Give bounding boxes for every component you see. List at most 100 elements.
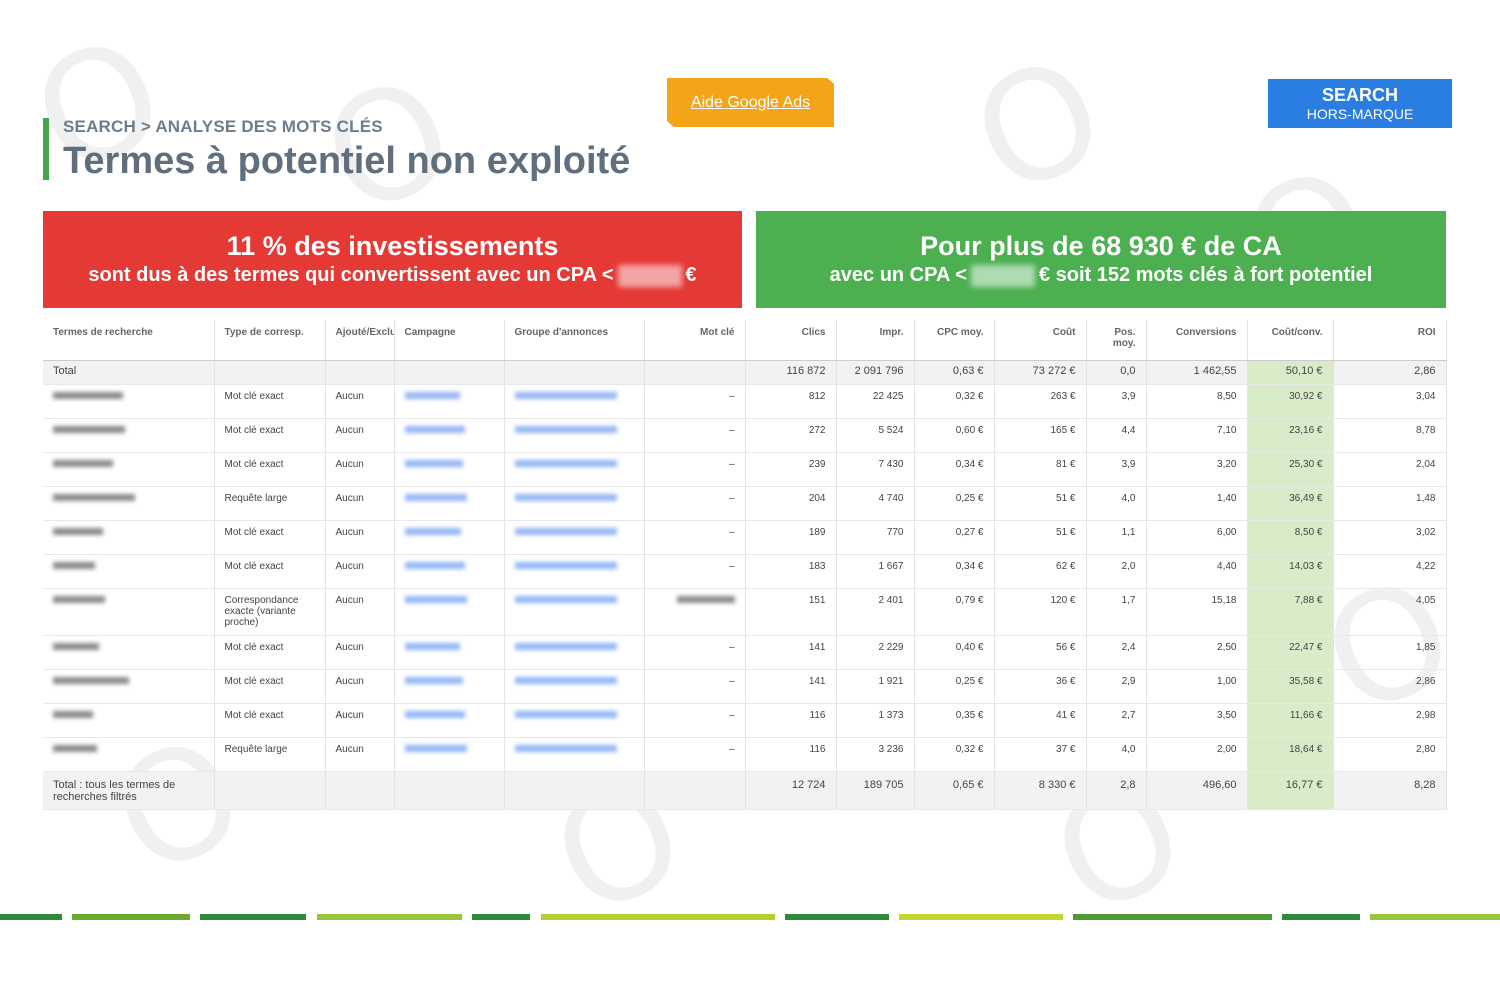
cell-impressions: 5 524 [836,418,915,453]
redacted-ad-group-link[interactable] [514,745,617,753]
col-added-excluded[interactable]: Ajouté/Exclu [325,320,395,361]
redacted-campaign-link[interactable] [404,745,467,753]
table-row: Correspondance exacte (variante proche) A… [43,588,1447,636]
cell-roi: 4,22 [1333,554,1447,589]
col-avg-position[interactable]: Pos. moy. [1086,320,1147,361]
redacted-campaign-link[interactable] [404,596,467,604]
cell-cost-per-conv: 36,49 € [1247,486,1334,521]
cell-added-excluded: Aucun [325,737,395,772]
redacted-campaign-link[interactable] [404,460,463,468]
cell-added-excluded: Aucun [325,384,395,419]
kpi-revenue-banner: Pour plus de 68 930 € de CA avec un CPA … [756,211,1446,308]
cell-roi-value: 1,48 [1416,492,1436,504]
cell-position: 4,0 [1086,486,1147,521]
cell-conversions-value: 4,40 [1217,560,1237,572]
filtered-impressions: 189 705 [836,771,915,810]
cell-added-excluded-value: Aucun [335,390,364,402]
cell-cpc-value: 0,60 € [955,424,984,436]
cell-roi: 2,80 [1333,737,1447,772]
cell-added-excluded: Aucun [325,669,395,704]
redacted-campaign-link[interactable] [404,426,465,434]
cell-impressions-value: 1 373 [878,709,904,721]
col-cost-per-conv[interactable]: Coût/conv. [1247,320,1334,361]
table-header-row: Termes de recherche Type de corresp. Ajo… [43,320,1447,361]
cell-cpc: 0,60 € [914,418,995,453]
cell-keyword: – [644,520,746,555]
cell-position: 3,9 [1086,452,1147,487]
redacted-campaign-link[interactable] [404,528,461,536]
footer-stripe [72,914,190,920]
cell-cpc-value: 0,34 € [955,560,984,572]
cell-ad-group [504,635,645,670]
cell-search-term [43,418,215,453]
cell-roi-value: 2,04 [1416,458,1436,470]
col-roi[interactable]: ROI [1333,320,1447,361]
cell-cost: 36 € [994,669,1087,704]
cell-match-type-value: Mot clé exact [224,424,284,436]
cell-campaign [394,588,505,636]
redacted-ad-group-link[interactable] [514,677,617,685]
cell-cost-per-conv: 14,03 € [1247,554,1334,589]
col-clicks[interactable]: Clics [745,320,837,361]
col-search-term[interactable]: Termes de recherche [43,320,215,361]
col-conversions[interactable]: Conversions [1146,320,1248,361]
col-match-type[interactable]: Type de corresp. [214,320,326,361]
filtered-total-label: Total : tous les termes de recherches fi… [43,771,215,810]
cell-impressions: 7 430 [836,452,915,487]
cell-ad-group [504,520,645,555]
redacted-campaign-link[interactable] [404,392,460,400]
col-avg-cpc[interactable]: CPC moy. [914,320,995,361]
cell-roi: 2,86 [1333,669,1447,704]
cell-keyword: – [644,737,746,772]
cell-roi: 2,04 [1333,452,1447,487]
redacted-campaign-link[interactable] [404,562,465,570]
cell-added-excluded-value: Aucun [335,526,364,538]
cell-cost-per-conv-value: 11,66 € [1289,709,1323,721]
cell-position-value: 4,0 [1121,743,1136,755]
cell-clicks: 116 [745,703,837,738]
cell-campaign [394,703,505,738]
redacted-ad-group-link[interactable] [514,596,617,604]
cell-match-type: Mot clé exact [214,635,326,670]
breadcrumb: SEARCH > ANALYSE DES MOTS CLÉS [63,117,383,136]
cell-cost-per-conv-value: 30,92 € [1289,390,1323,402]
cell-clicks: 151 [745,588,837,636]
cell-position-value: 3,9 [1121,390,1136,402]
col-keyword[interactable]: Mot clé [644,320,746,361]
cell-cost-per-conv: 30,92 € [1247,384,1334,419]
cell-cpc: 0,34 € [914,554,995,589]
cell-campaign [394,418,505,453]
redacted-ad-group-link[interactable] [514,528,617,536]
cell-position-value: 2,7 [1121,709,1136,721]
cell-impressions: 22 425 [836,384,915,419]
cell-conversions-value: 2,00 [1217,743,1237,755]
cell-keyword: – [644,384,746,419]
col-campaign[interactable]: Campagne [394,320,505,361]
redacted-ad-group-link[interactable] [514,494,617,502]
redacted-ad-group-link[interactable] [514,562,617,570]
redacted-campaign-link[interactable] [404,494,467,502]
col-cost[interactable]: Coût [994,320,1087,361]
redacted-ad-group-link[interactable] [514,426,617,434]
help-link-button[interactable]: Aide Google Ads [667,78,834,127]
redacted-ad-group-link[interactable] [514,711,617,719]
col-impressions[interactable]: Impr. [836,320,915,361]
cell-cost: 81 € [994,452,1087,487]
cell-clicks: 183 [745,554,837,589]
cell-ad-group [504,588,645,636]
redacted-campaign-link[interactable] [404,711,465,719]
cell-position: 1,1 [1086,520,1147,555]
cell-campaign [394,384,505,419]
col-ad-group[interactable]: Groupe d'annonces [504,320,645,361]
cell-position-value: 2,9 [1121,675,1136,687]
cell-clicks-value: 116 [809,709,826,721]
cell-keyword-value: – [728,709,735,721]
redacted-campaign-link[interactable] [404,677,463,685]
cell-cpc: 0,40 € [914,635,995,670]
cell-added-excluded: Aucun [325,452,395,487]
redacted-ad-group-link[interactable] [514,460,617,468]
cell-campaign [394,635,505,670]
redacted-campaign-link[interactable] [404,643,460,651]
redacted-ad-group-link[interactable] [514,643,617,651]
redacted-ad-group-link[interactable] [514,392,617,400]
